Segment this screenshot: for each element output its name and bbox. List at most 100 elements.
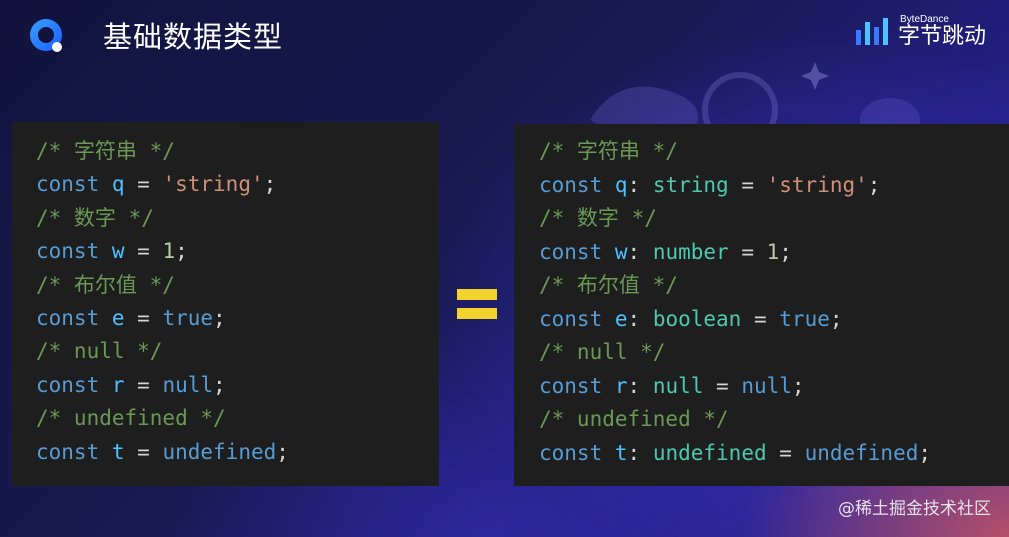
code-token: =: [741, 306, 780, 331]
code-token: w: [111, 239, 125, 264]
code-token: string: [652, 172, 729, 197]
code-token: :: [627, 440, 653, 465]
code-line: /* 数字 */: [36, 205, 154, 231]
code-token: const: [539, 239, 603, 264]
code-token: 'string': [766, 172, 868, 197]
code-line: const e: boolean = true;: [539, 306, 843, 332]
code-line: const q = 'string';: [36, 171, 276, 197]
code-token: null: [162, 372, 214, 397]
code-token: r: [614, 373, 628, 398]
code-token: number: [652, 239, 729, 264]
equals-bar-top: [457, 289, 497, 300]
code-line: /* undefined */: [539, 406, 729, 432]
code-token: ;: [175, 239, 188, 264]
code-token: =: [766, 440, 805, 465]
code-token: t: [614, 440, 628, 465]
code-token: ;: [918, 440, 932, 465]
code-token: /* 字符串 */: [36, 139, 175, 163]
code-token: =: [124, 372, 163, 397]
code-line: const q: string = 'string';: [539, 172, 880, 198]
code-token: =: [124, 172, 163, 197]
code-line: const r = null;: [36, 372, 226, 398]
code-token: e: [614, 306, 628, 331]
code-token: e: [111, 306, 125, 330]
code-token: ;: [791, 373, 805, 398]
code-token: =: [124, 306, 163, 330]
code-line: /* undefined */: [36, 405, 226, 431]
code-token: const: [36, 439, 100, 464]
code-token: :: [627, 172, 653, 197]
code-token: =: [124, 239, 163, 264]
code-line: /* 字符串 */: [36, 138, 175, 164]
code-token: q: [614, 172, 628, 197]
code-token: /* 数字 */: [539, 206, 657, 230]
code-token: =: [728, 239, 767, 264]
code-token: boolean: [652, 306, 742, 331]
code-token: ;: [779, 239, 792, 264]
code-line: /* 布尔值 */: [539, 272, 678, 298]
code-token: ;: [276, 439, 289, 464]
code-token: undefined: [804, 440, 919, 465]
code-line: const w = 1;: [36, 238, 188, 264]
code-token: true: [162, 306, 214, 330]
code-token: :: [627, 306, 653, 331]
code-token: const: [539, 440, 603, 465]
code-token: ;: [213, 372, 226, 397]
code-line: const t = undefined;: [36, 439, 289, 465]
code-token: 'string': [162, 172, 264, 197]
code-token: ;: [213, 306, 226, 330]
code-token: 1: [766, 239, 780, 264]
code-token: :: [627, 239, 653, 264]
code-line: /* 数字 */: [539, 205, 657, 231]
code-token: const: [539, 172, 603, 197]
code-token: r: [111, 372, 125, 397]
course-logo-icon: [30, 19, 62, 52]
code-token: /* undefined */: [36, 406, 226, 431]
slide-title: 基础数据类型: [103, 20, 284, 54]
code-token: ;: [263, 172, 277, 197]
code-token: const: [36, 306, 100, 330]
plain-js-code-panel: /* 字符串 */ const q = 'string'; /* 数字 */ cons…: [12, 122, 439, 486]
code-line: /* null */: [539, 339, 665, 365]
watermark: @稀土掘金技术社区: [838, 499, 991, 519]
code-token: /* null */: [36, 339, 163, 364]
code-token: const: [36, 172, 100, 197]
code-token: true: [779, 306, 830, 331]
code-line: const w: number = 1;: [539, 239, 792, 265]
code-token: /* 数字 */: [36, 205, 154, 230]
code-line: /* null */: [36, 338, 162, 364]
code-token: /* 布尔值 */: [36, 272, 175, 297]
code-token: const: [539, 373, 603, 398]
code-token: /* null */: [539, 340, 666, 364]
code-line: const e = true;: [36, 305, 226, 331]
code-token: const: [539, 306, 603, 331]
code-line: const t: undefined = undefined;: [539, 440, 931, 466]
equals-bar-bottom: [457, 308, 497, 319]
code-line: const r: null = null;: [539, 373, 805, 399]
code-line: /* 字符串 */: [539, 138, 678, 164]
code-token: t: [111, 439, 125, 464]
code-token: undefined: [652, 440, 767, 465]
code-token: ;: [829, 306, 843, 331]
code-line: /* 布尔值 */: [36, 272, 175, 298]
code-token: :: [627, 373, 653, 398]
code-token: q: [111, 172, 125, 197]
code-token: /* 布尔值 */: [539, 273, 678, 297]
code-token: =: [728, 172, 767, 197]
code-token: /* 字符串 */: [539, 139, 678, 163]
code-token: undefined: [162, 439, 277, 464]
code-token: /* undefined */: [539, 407, 729, 431]
code-token: const: [36, 239, 100, 264]
code-token: w: [614, 239, 628, 264]
code-token: ;: [867, 172, 881, 197]
code-token: null: [741, 373, 792, 398]
